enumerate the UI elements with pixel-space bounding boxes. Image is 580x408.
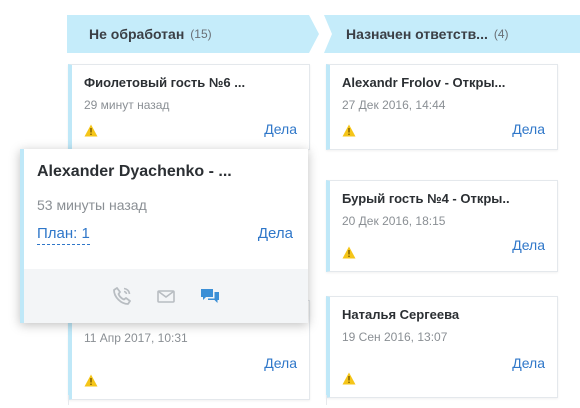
deal-card[interactable]: Бурый гость №4 - Откры.. 20 Дек 2016, 18… [326, 180, 558, 272]
card-title: Alexandr Frolov - Откры... [342, 75, 506, 90]
card-date: 11 Апр 2017, 10:31 [84, 331, 188, 345]
deals-link[interactable]: Дела [512, 121, 545, 137]
deals-link[interactable]: Дела [258, 225, 293, 242]
warning-icon [84, 374, 98, 387]
column-header-assigned[interactable]: Назначен ответств... (4) [324, 15, 580, 53]
card-date: 20 Дек 2016, 18:15 [342, 214, 446, 228]
deals-link[interactable]: Дела [512, 237, 545, 253]
expanded-deal-card[interactable]: Alexander Dyachenko - ... 53 минуты наза… [20, 149, 308, 323]
card-title: Фиолетовый гость №6 ... [84, 75, 246, 90]
card-date: 29 минут назад [84, 98, 170, 112]
warning-icon [342, 246, 356, 259]
deal-card[interactable]: Alexandr Frolov - Откры... 27 Дек 2016, … [326, 64, 558, 150]
column-count: (4) [493, 27, 509, 41]
deals-link[interactable]: Дела [264, 121, 297, 137]
column-divider [326, 395, 327, 405]
column-count: (15) [190, 27, 212, 41]
column-title: Назначен ответств... [346, 26, 488, 42]
chat-icon[interactable] [199, 285, 221, 307]
warning-icon [342, 124, 356, 137]
popup-title: Alexander Dyachenko - ... [37, 163, 232, 180]
mail-icon[interactable] [155, 285, 177, 307]
deal-card[interactable]: Наталья Сергеева 19 Сен 2016, 13:07 Дела [326, 296, 558, 398]
card-title: Бурый гость №4 - Откры.. [342, 191, 510, 206]
popup-time: 53 минуты назад [37, 197, 147, 213]
card-title: Наталья Сергеева [342, 307, 460, 322]
card-date: 19 Сен 2016, 13:07 [342, 330, 448, 344]
deals-link[interactable]: Дела [264, 355, 297, 371]
column-divider [68, 395, 69, 405]
warning-icon [84, 124, 98, 137]
warning-icon [342, 372, 356, 385]
column-header-unprocessed[interactable]: Не обработан (15) [67, 15, 319, 53]
deal-card[interactable]: Фиолетовый гость №6 ... 29 минут назад Д… [68, 64, 310, 150]
column-title: Не обработан [89, 26, 185, 42]
deals-link[interactable]: Дела [512, 355, 545, 371]
phone-icon[interactable] [111, 285, 133, 307]
popup-actions [24, 269, 308, 323]
card-date: 27 Дек 2016, 14:44 [342, 98, 446, 112]
plan-link[interactable]: План: 1 [37, 225, 90, 245]
kanban-board: Не обработан (15) Назначен ответств... (… [0, 0, 580, 408]
